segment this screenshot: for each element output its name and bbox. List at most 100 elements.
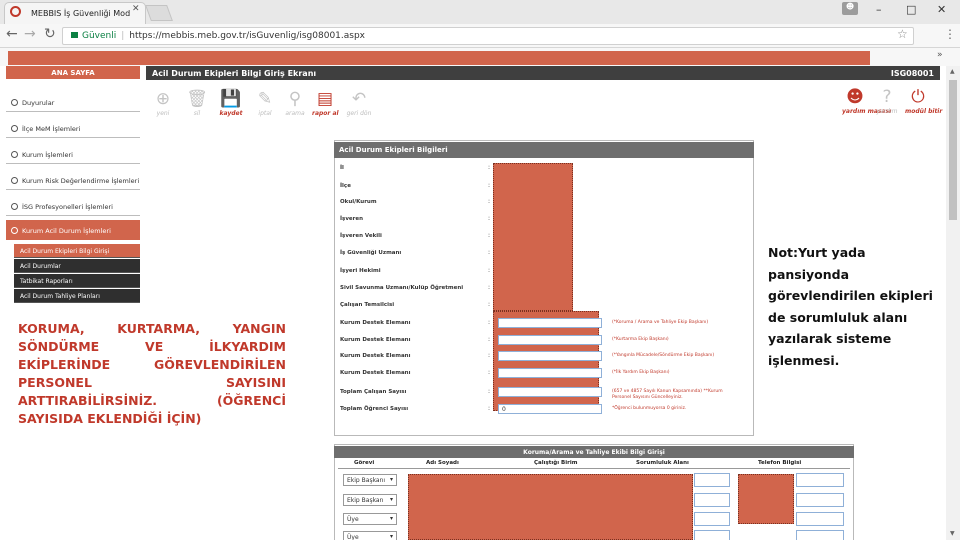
form-colon: : xyxy=(488,182,491,189)
iptal-button[interactable]: ✎ iptal xyxy=(252,90,278,120)
form-input[interactable] xyxy=(498,351,602,361)
profile-icon[interactable]: ☻ xyxy=(842,2,858,15)
form-colon: : xyxy=(488,319,491,326)
browser-tab[interactable]: MEBBIS İş Güvenliği Mod xyxy=(4,2,146,24)
redacted-info-block xyxy=(493,163,573,311)
sidebar-subitem[interactable]: Acil Durum Ekipleri Bilgi Girişi xyxy=(14,244,140,258)
form-colon: : xyxy=(488,198,491,205)
geridon-button[interactable]: ↶ geri dön xyxy=(346,90,372,120)
kaydet-button[interactable]: 💾 kaydet xyxy=(218,90,244,120)
forward-button[interactable]: → xyxy=(24,26,36,42)
sidebar-item[interactable]: Kurum İşlemleri xyxy=(6,144,140,164)
form-input[interactable] xyxy=(498,318,602,328)
phone-input[interactable] xyxy=(796,493,844,507)
role-select[interactable]: Üye xyxy=(343,513,397,525)
form-colon: : xyxy=(488,215,491,222)
form-label: İşveren Vekili xyxy=(340,233,382,239)
iptal-label: iptal xyxy=(258,110,272,117)
maximize-button[interactable]: □ xyxy=(906,3,916,16)
tab-close-icon[interactable]: ✕ xyxy=(132,4,140,14)
yardim-button[interactable]: ☻ yardım masası xyxy=(842,88,892,118)
phone-input[interactable] xyxy=(796,530,844,540)
form-label: Kurum Destek Elemanı xyxy=(340,320,411,326)
form-colon: : xyxy=(488,164,491,171)
sil-label: sil xyxy=(193,110,201,117)
scroll-down-icon[interactable]: ▼ xyxy=(950,530,955,537)
team-column-header: Görevi xyxy=(354,460,375,466)
form-label: Toplam Öğrenci Sayısı xyxy=(340,406,409,412)
bookmarks-more-icon[interactable]: » xyxy=(937,50,943,60)
form-note: (*İlk Yardım Ekip Başkanı) xyxy=(612,370,670,375)
unit-input[interactable] xyxy=(694,512,730,526)
form-colon: : xyxy=(488,388,491,395)
sidebar-subitem[interactable]: Acil Durum Tahliye Planları xyxy=(14,289,140,303)
sil-button[interactable]: 🗑 sil xyxy=(184,90,210,120)
favicon-icon xyxy=(10,6,21,17)
lock-icon xyxy=(71,32,78,38)
reload-button[interactable]: ↻ xyxy=(44,26,56,42)
page-title: Acil Durum Ekipleri Bilgi Giriş Ekranı xyxy=(152,69,317,78)
browser-menu-icon[interactable]: ⋮ xyxy=(944,27,956,41)
close-window-button[interactable]: ✕ xyxy=(937,3,946,16)
callout-right-note: Not:Yurt yada pansiyonda görevlendirilen… xyxy=(768,245,933,368)
phone-input[interactable] xyxy=(796,473,844,487)
report-icon: ▤ xyxy=(316,89,334,109)
yeni-button[interactable]: ⊕ yeni xyxy=(150,90,176,120)
unit-input[interactable] xyxy=(694,473,730,487)
form-input[interactable]: 0 xyxy=(498,404,602,414)
form-label: İlçe xyxy=(340,183,351,189)
redacted-team-phone xyxy=(738,474,794,524)
search-icon: ⚲ xyxy=(288,89,302,109)
form-label: İl xyxy=(340,165,344,171)
page-titlebar: Acil Durum Ekipleri Bilgi Giriş Ekranı I… xyxy=(146,66,940,80)
cikis-label: modül bitir xyxy=(905,108,943,115)
url-text: https://mebbis.meb.gov.tr/isGuvenlig/isg… xyxy=(129,31,366,41)
trash-icon: 🗑 xyxy=(186,89,208,109)
raporal-button[interactable]: ▤ rapor al xyxy=(312,89,339,120)
form-colon: : xyxy=(488,336,491,343)
form-input[interactable] xyxy=(498,335,602,345)
form-label: Okul/Kurum xyxy=(340,199,377,205)
yardim-label: yardım masası xyxy=(842,108,892,115)
back-icon: ↶ xyxy=(351,89,367,109)
address-bar[interactable]: Güvenli | https://mebbis.meb.gov.tr/isGuve… xyxy=(62,27,914,45)
form-input[interactable] xyxy=(498,387,602,397)
back-button[interactable]: ← xyxy=(6,26,18,42)
scroll-up-icon[interactable]: ▲ xyxy=(950,68,955,75)
sidebar-subitem[interactable]: Tatbikat Raporları xyxy=(14,274,140,288)
plus-circle-icon: ⊕ xyxy=(155,89,171,109)
phone-input[interactable] xyxy=(796,512,844,526)
form-note: *Öğrenci bulunmuyorsa 0 giriniz. xyxy=(612,406,687,411)
role-select[interactable]: Ekip Başkan xyxy=(343,494,397,506)
sidebar-subitem[interactable]: Acil Durumlar xyxy=(14,259,140,273)
unit-input[interactable] xyxy=(694,493,730,507)
minimize-button[interactable]: – xyxy=(876,3,882,16)
form-colon: : xyxy=(488,284,491,291)
browser-tab-title: MEBBIS İş Güvenliği Mod xyxy=(31,9,131,18)
secure-label: Güvenli xyxy=(82,31,117,41)
cikis-button[interactable]: ⏻ modül bitir xyxy=(905,88,943,118)
home-link[interactable]: ANA SAYFA xyxy=(6,66,140,79)
form-input[interactable] xyxy=(498,368,602,378)
form-note: (657 ve 4857 Sayılı Kanun Kapsamında) **… xyxy=(612,389,723,400)
role-select[interactable]: Ekip Başkanı xyxy=(343,474,397,486)
form-colon: : xyxy=(488,301,491,308)
form-note: (*Koruma / Arama ve Tahliye Ekip Başkanı… xyxy=(612,320,709,325)
save-icon: 💾 xyxy=(220,89,242,109)
yardim2-button[interactable]: ? yardım xyxy=(874,88,900,118)
unit-input[interactable] xyxy=(694,530,730,540)
sidebar-item[interactable]: Kurum Risk Değerlendirme İşlemleri xyxy=(6,170,140,190)
form-label: Toplam Çalışan Sayısı xyxy=(340,389,407,395)
sidebar-item[interactable]: İlçe MeM İşlemleri xyxy=(6,118,140,138)
form-note: (*Yangınla Mücadele/Söndürme Ekip Başkan… xyxy=(612,353,715,358)
bookmark-star-icon[interactable]: ☆ xyxy=(897,27,908,41)
sidebar-item[interactable]: İSG Profesyonelleri İşlemleri xyxy=(6,196,140,216)
sidebar-item[interactable]: Duyurular xyxy=(6,92,140,112)
arama-button[interactable]: ⚲ arama xyxy=(282,90,308,120)
kaydet-label: kaydet xyxy=(219,110,243,117)
scrollbar-thumb[interactable] xyxy=(949,80,957,220)
sidebar-item[interactable]: Kurum Acil Durum İşlemleri xyxy=(6,220,140,240)
form-colon: : xyxy=(488,232,491,239)
role-select[interactable]: Üye xyxy=(343,531,397,540)
callout-left-note: KORUMA, KURTARMA, YANGIN SÖNDÜRME VE İLK… xyxy=(18,321,286,426)
